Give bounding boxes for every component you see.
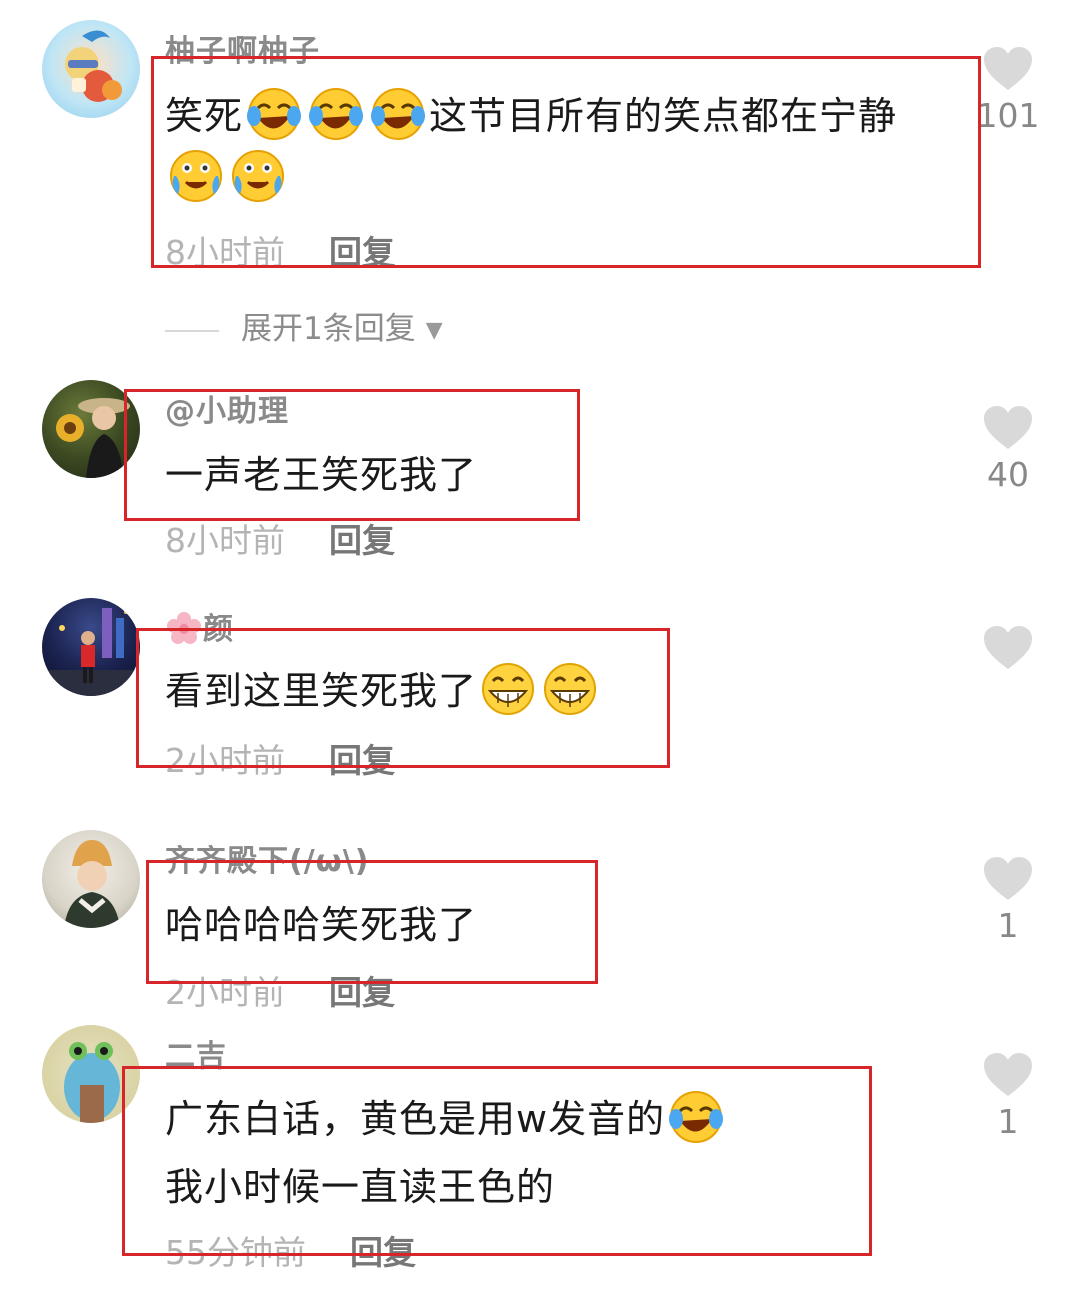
username[interactable]: 二吉 xyxy=(165,1031,227,1075)
like-count: 1 xyxy=(997,1102,1019,1141)
like-button[interactable]: 1 xyxy=(969,1052,1047,1141)
comment-text-line2: 我小时候一直读王色的 xyxy=(165,1165,556,1209)
comment-text: 广东白话，黄色是用w发音的 xyxy=(165,1088,727,1154)
avatar-cartoon-green-icon xyxy=(64,1042,120,1123)
laugh-cry-emoji xyxy=(666,1089,726,1154)
comment-meta: 55分钟前 回复 xyxy=(165,1226,416,1274)
comment-text-part: 广东白话，黄色是用w发音的 xyxy=(165,1097,666,1141)
heart-icon xyxy=(984,1053,1032,1096)
avatar[interactable] xyxy=(42,1025,140,1123)
timestamp: 55分钟前 xyxy=(165,1233,306,1272)
comment-item: 二吉 广东白话，黄色是用w发音的 我小时候一直读王色的 55分钟前 回复 1 xyxy=(0,0,1077,1295)
reply-button[interactable]: 回复 xyxy=(350,1233,416,1272)
